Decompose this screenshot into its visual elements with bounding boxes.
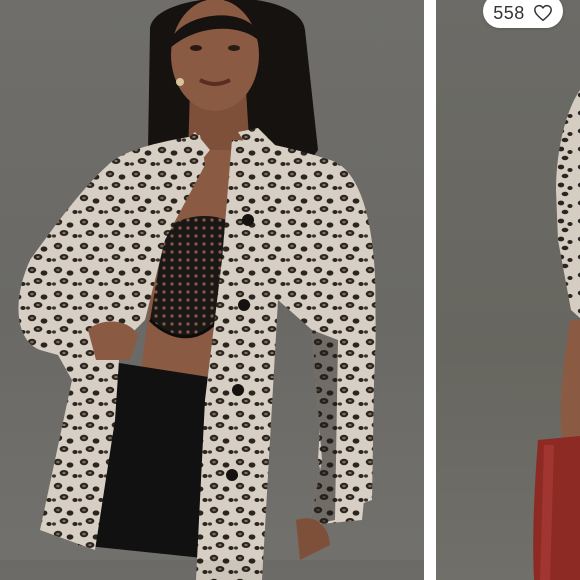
like-button[interactable]: 558 <box>483 0 563 28</box>
like-count: 558 <box>493 2 525 23</box>
heart-outline-icon <box>533 4 552 22</box>
product-photo-main-image <box>0 0 424 580</box>
photo-carousel[interactable] <box>0 0 580 580</box>
product-photo-secondary-image <box>533 90 580 580</box>
product-photo-main[interactable] <box>0 0 424 580</box>
product-photo-secondary[interactable] <box>436 0 580 580</box>
